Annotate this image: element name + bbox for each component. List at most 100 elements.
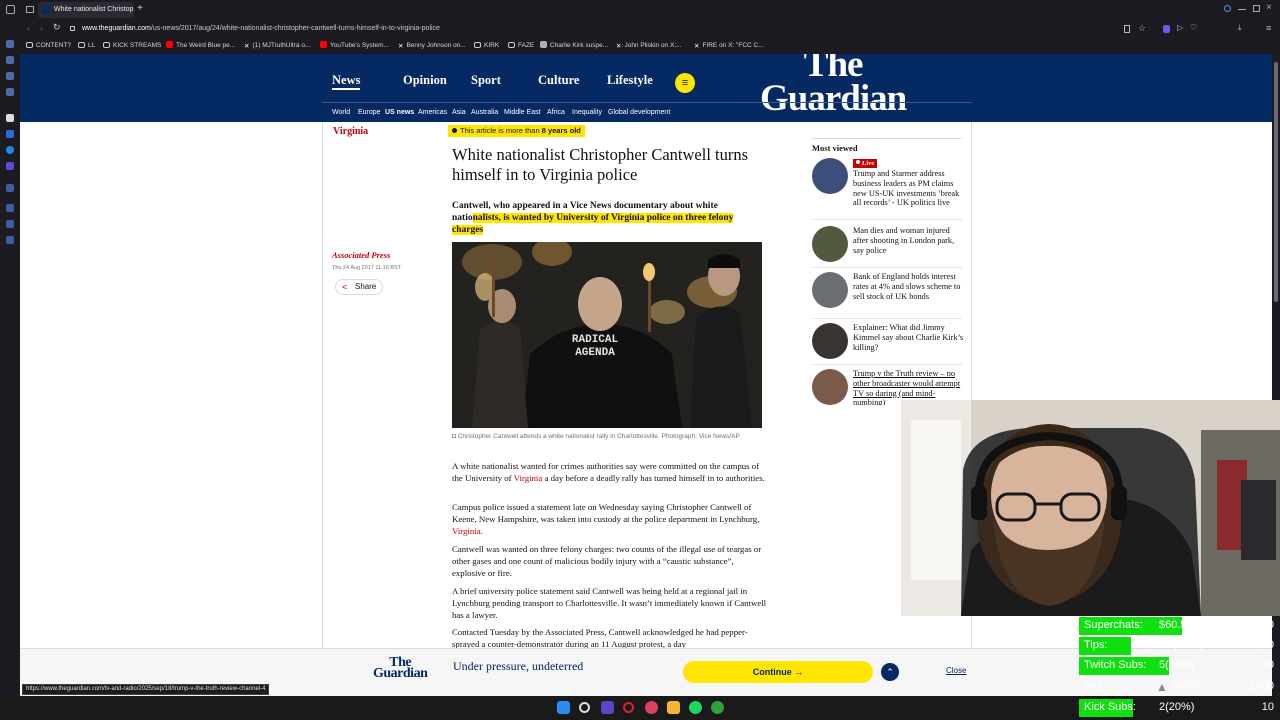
article-age-badge: This article is more than 8 years old [448, 125, 585, 137]
sidebar-app-icon[interactable] [6, 236, 14, 244]
bookmark-item[interactable]: ✕ Benny Johnson on... [398, 41, 466, 52]
subnav-middle-east[interactable]: Middle East [504, 109, 541, 116]
url-field[interactable]: www.theguardian.com/us-news/2017/aug/24/… [82, 23, 440, 35]
divider [812, 364, 962, 365]
xbox-icon[interactable] [711, 701, 724, 714]
most-viewed-item[interactable]: Explainer: What did Jimmy Kimmel say abo… [812, 323, 963, 363]
article-paragraph: A brief university police statement said… [452, 586, 767, 620]
extension-shield-icon[interactable] [1163, 25, 1170, 33]
pillar-opinion[interactable]: Opinion [403, 73, 447, 88]
menu-icon[interactable]: ≡ [1266, 23, 1271, 33]
close-banner-button[interactable]: Close [946, 666, 966, 675]
sidebar-app-icon[interactable] [6, 56, 14, 64]
bookmark-folder[interactable]: KIRK [474, 41, 499, 51]
reload-icon[interactable]: ↻ [53, 22, 61, 33]
arrow-right-icon: → [794, 667, 804, 677]
browser-tab[interactable]: White nationalist Christop [38, 2, 134, 18]
chevron-up-icon[interactable]: ⌃ [881, 663, 899, 681]
minimize-button[interactable] [1238, 9, 1246, 10]
windows-start-icon[interactable] [557, 701, 570, 714]
bookmark-item[interactable]: ✕ (1) MJTruthUltra o... [244, 41, 310, 52]
download-icon[interactable]: ⤓ [1238, 23, 1242, 33]
bookmark-item[interactable]: The Weird Blue pe... [166, 41, 235, 51]
sidebar-app-icon[interactable] [6, 220, 14, 228]
sidebar-toggle-icon[interactable] [6, 5, 15, 14]
goal-target: $100 [1249, 619, 1274, 631]
goal-row-superchats: Superchats: $60.54(61%) $100 [1079, 616, 1280, 636]
browser-icon[interactable] [645, 701, 658, 714]
subnav-australia[interactable]: Australia [471, 109, 498, 116]
pillar-news[interactable]: News [332, 73, 361, 90]
lock-icon[interactable] [70, 26, 75, 31]
subnav-europe[interactable]: Europe [358, 109, 381, 116]
subnav-inequality[interactable]: Inequality [572, 109, 602, 116]
play-icon[interactable]: ▷ [1177, 23, 1183, 32]
subnav-africa[interactable]: Africa [547, 109, 565, 116]
bookmark-item[interactable]: ✕ FIRE on X: "FCC C... [694, 41, 764, 52]
pillar-sport[interactable]: Sport [471, 73, 501, 88]
bookmark-folder[interactable]: CONTENT? [26, 41, 71, 51]
reader-icon[interactable] [1124, 25, 1130, 33]
subnav-world[interactable]: World [332, 109, 350, 116]
sidebar-app-icon[interactable] [6, 40, 14, 48]
section-label[interactable]: Virginia [333, 126, 368, 137]
search-icon[interactable] [579, 702, 590, 713]
sidebar-app-icon[interactable] [6, 114, 14, 122]
sidebar-app-icon[interactable] [6, 72, 14, 80]
most-viewed-item[interactable]: Man dies and woman injured after shootin… [812, 226, 962, 266]
x-icon: ✕ [616, 43, 622, 50]
tab-list-icon[interactable] [26, 6, 34, 13]
sidebar-app-icon[interactable] [6, 162, 14, 170]
bookmark-item[interactable]: YouTube's System... [320, 41, 389, 51]
column-divider [322, 122, 323, 696]
sidebar-app-icon[interactable] [6, 204, 14, 212]
inline-link[interactable]: Virginia [514, 473, 543, 483]
forward-icon[interactable]: › [40, 23, 43, 33]
continue-button[interactable]: Continue → [683, 661, 873, 683]
article-paragraph: Cantwell was wanted on three felony char… [452, 544, 762, 578]
spotify-icon[interactable] [689, 701, 702, 714]
pillar-culture[interactable]: Culture [538, 73, 579, 88]
goal-label: Superchats: [1084, 619, 1143, 631]
sidebar-app-icon[interactable] [6, 130, 14, 138]
obs-icon[interactable] [601, 701, 614, 714]
most-viewed-item[interactable]: Bank of England holds interest rates at … [812, 272, 962, 316]
bookmarks-bar: CONTENT? LL KICK STREAMS The Weird Blue … [0, 38, 1280, 54]
bookmark-item[interactable]: Charlie Kirk suspe... [540, 41, 608, 51]
pillar-lifestyle[interactable]: Lifestyle [607, 73, 653, 88]
most-viewed-item[interactable]: Live Trump and Starmer address business l… [812, 158, 962, 214]
article-byline[interactable]: Associated Press [332, 250, 390, 260]
new-tab-button[interactable]: + [137, 3, 143, 15]
hamburger-menu-icon[interactable]: ≡ [675, 73, 695, 93]
scrollbar-thumb[interactable] [1274, 62, 1278, 302]
article-paragraph: A white nationalist wanted for crimes au… [452, 461, 765, 483]
subnav-americas[interactable]: Americas [418, 109, 447, 116]
sidebar-app-icon[interactable] [6, 146, 14, 154]
share-button[interactable]: < Share [335, 279, 383, 295]
inline-link[interactable]: Virginia [452, 526, 481, 536]
link-status-url: https://www.theguardian.com/tv-and-radio… [22, 684, 270, 695]
back-icon[interactable]: ‹ [27, 23, 30, 33]
bookmark-item[interactable]: ✕ John Pliskin on X:... [616, 41, 682, 52]
browser-address-bar: ‹ › ↻ www.theguardian.com/us-news/2017/a… [0, 20, 1280, 38]
close-window-button[interactable]: × [1266, 2, 1272, 13]
bookmark-folder[interactable]: LL [78, 41, 95, 51]
subnav-global-development[interactable]: Global development [608, 109, 670, 116]
maximize-button[interactable] [1253, 5, 1260, 12]
stream-goals-overlay: Superchats: $60.54(61%) $100 Tips: $5.33… [1079, 616, 1280, 720]
search-icon[interactable] [1224, 5, 1231, 12]
goal-target: 10 [1261, 659, 1274, 671]
subnav-asia[interactable]: Asia [452, 109, 466, 116]
subnav-us-news[interactable]: US news [385, 109, 414, 116]
most-viewed-thumbnail [812, 369, 848, 405]
guardian-favicon-icon [42, 6, 50, 14]
sidebar-app-icon[interactable] [6, 184, 14, 192]
bookmark-folder[interactable]: KICK STREAMS [103, 41, 161, 51]
folder-icon [103, 42, 110, 48]
sidebar-app-icon[interactable] [6, 88, 14, 96]
bookmark-folder[interactable]: FAZE [508, 41, 534, 51]
bookmark-star-icon[interactable]: ☆ [1138, 23, 1146, 34]
opera-icon[interactable] [623, 702, 634, 713]
heart-icon[interactable]: ♡ [1190, 23, 1197, 32]
file-explorer-icon[interactable] [667, 701, 680, 714]
